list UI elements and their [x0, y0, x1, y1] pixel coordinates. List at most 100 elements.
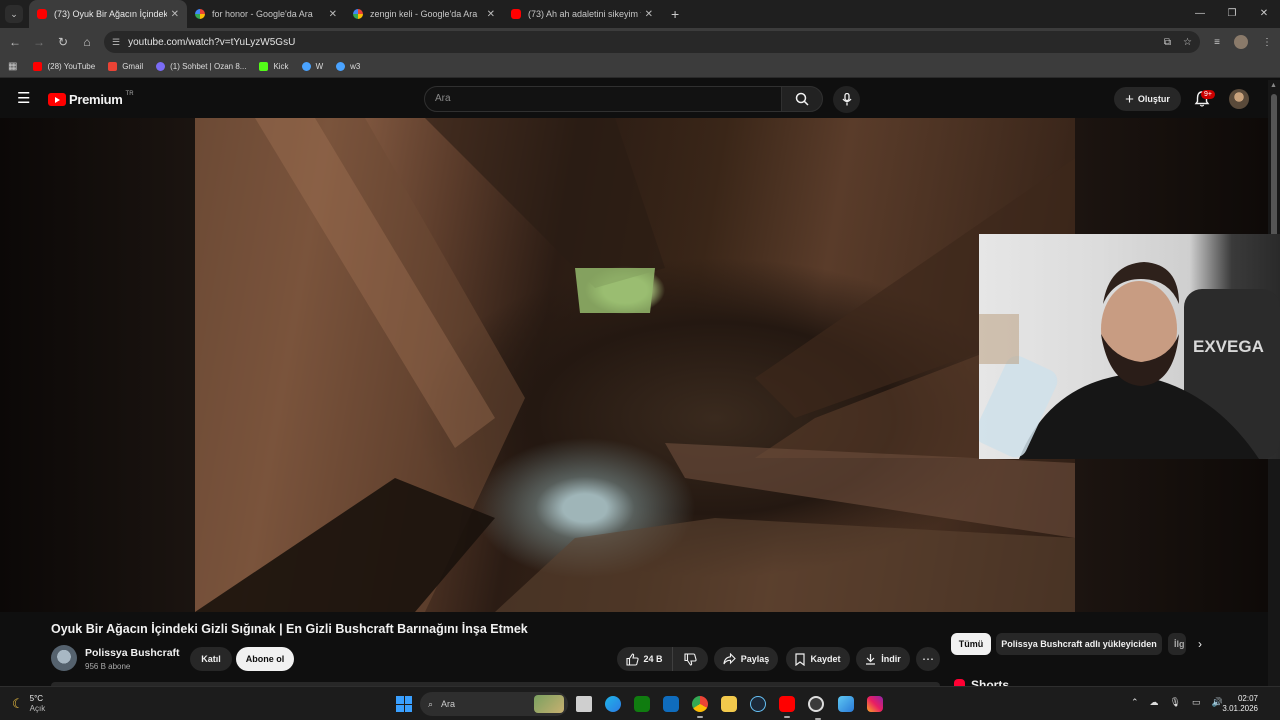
restore-icon[interactable]: ❐	[1216, 0, 1248, 28]
menu-icon[interactable]: ☰	[17, 91, 31, 106]
close-tab-icon[interactable]: ✕	[487, 9, 495, 20]
webcam-overlay: EXVEGA	[979, 234, 1280, 459]
search-input[interactable]: Ara	[424, 86, 782, 112]
search-highlight-image	[534, 695, 564, 713]
start-button[interactable]	[396, 696, 412, 712]
tab-title: zengin keli - Google'da Ara	[370, 9, 478, 19]
create-label: Oluştur	[1137, 94, 1170, 104]
chip-all[interactable]: Tümü	[951, 633, 991, 655]
microphone-tray-icon[interactable]: 🎙	[1170, 697, 1181, 708]
bookmark-w[interactable]: W	[301, 62, 323, 71]
account-avatar[interactable]	[1229, 89, 1249, 109]
apps-grid-icon[interactable]: ▦	[8, 61, 17, 72]
bookmark-icon	[795, 652, 806, 666]
tab-title: for honor - Google'da Ara	[212, 9, 313, 19]
youtube-premium-logo[interactable]: Premium TR	[48, 91, 134, 107]
install-app-icon[interactable]: ⧉	[1164, 37, 1171, 48]
browser-tab-active[interactable]: (73) Oyuk Bir Ağacın İçindeki Gi ✕	[29, 0, 187, 28]
clock-time: 02:07	[1237, 694, 1258, 703]
minimize-icon[interactable]: —	[1184, 0, 1216, 28]
chip-related[interactable]: İlg	[1168, 633, 1186, 655]
voice-search-button[interactable]	[833, 86, 860, 113]
obs-icon[interactable]	[808, 696, 824, 720]
site-info-icon[interactable]: ☰	[112, 37, 120, 48]
bookmark-w3[interactable]: w3	[336, 62, 360, 71]
bookmark-star-icon[interactable]: ☆	[1183, 37, 1192, 48]
home-icon[interactable]: ⌂	[75, 35, 99, 49]
clock-date: 3.01.2026	[1222, 704, 1258, 713]
tab-title: (73) Oyuk Bir Ağacın İçindeki Gi	[54, 9, 167, 19]
snipping-tool-icon[interactable]	[838, 696, 854, 712]
video-frame-hollow-tree[interactable]	[195, 118, 1075, 612]
media-controls-icon[interactable]: ≡	[1214, 37, 1220, 48]
tree-interior-texture	[195, 118, 1075, 612]
edge-icon[interactable]	[605, 696, 621, 712]
close-tab-icon[interactable]: ✕	[329, 9, 337, 20]
reload-icon[interactable]: ↻	[51, 35, 75, 49]
chat-icon	[156, 62, 166, 71]
brand-label: Premium	[69, 92, 123, 107]
youtube-icon	[33, 62, 43, 71]
system-clock[interactable]: 02:07 3.01.2026	[1222, 694, 1258, 714]
more-actions-button[interactable]: ⋯	[916, 647, 940, 671]
notification-count-badge: 9+	[1201, 90, 1215, 99]
create-button[interactable]: + Oluştur	[1114, 87, 1181, 111]
bookmark-gmail[interactable]: Gmail	[108, 62, 143, 71]
subscribe-button[interactable]: Abone ol	[236, 647, 294, 671]
chip-from-uploader[interactable]: Polissya Bushcraft adlı yükleyiciden	[996, 633, 1162, 655]
display-icon[interactable]: ▭	[1192, 697, 1201, 708]
instagram-icon[interactable]	[867, 696, 883, 712]
channel-avatar[interactable]	[51, 645, 77, 671]
like-dislike-group: 24 B	[617, 647, 708, 671]
forward-icon[interactable]: →	[27, 35, 51, 49]
weather-condition: Açık	[29, 704, 46, 713]
volume-icon[interactable]: 🔊	[1212, 697, 1223, 708]
search-button[interactable]	[781, 86, 823, 112]
chrome-icon[interactable]	[692, 696, 708, 718]
share-button[interactable]: Paylaş	[714, 647, 778, 671]
steam-icon[interactable]	[750, 696, 766, 712]
onedrive-icon[interactable]: ☁	[1150, 697, 1159, 708]
bookmark-label: (28) YouTube	[47, 62, 96, 71]
windows-taskbar: ☾ 5°C Açık ⌕ Ara ⌃ ☁ 🎙 ▭ 🔊 02:07 3.01.20…	[0, 686, 1280, 720]
address-bar[interactable]: ☰ youtube.com/watch?v=tYuLyzW5GsU ⧉ ☆	[104, 31, 1200, 53]
chrome-menu-icon[interactable]: ⋮	[1262, 37, 1272, 48]
task-view-icon[interactable]	[576, 696, 592, 712]
like-count: 24 B	[643, 654, 663, 664]
file-explorer-icon[interactable]	[721, 696, 737, 712]
close-window-icon[interactable]: ✕	[1248, 0, 1280, 28]
save-button[interactable]: Kaydet	[786, 647, 850, 671]
taskbar-search[interactable]: ⌕ Ara	[420, 692, 568, 716]
browser-tab[interactable]: zengin keli - Google'da Ara ✕	[345, 0, 503, 28]
xbox-icon[interactable]	[634, 696, 650, 712]
scroll-up-icon[interactable]: ▲	[1270, 82, 1277, 89]
like-button[interactable]: 24 B	[617, 647, 673, 671]
youtube-play-icon	[48, 93, 66, 106]
bookmark-youtube[interactable]: (28) YouTube	[33, 62, 95, 71]
join-button[interactable]: Katıl	[190, 647, 232, 671]
dislike-button[interactable]	[673, 652, 708, 666]
browser-tab[interactable]: (73) Ah ah adaletini sikeyim türk ✕	[503, 0, 661, 28]
chips-next-chevron-icon[interactable]: ›	[1198, 637, 1202, 651]
back-icon[interactable]: ←	[3, 35, 27, 49]
video-title: Oyuk Bir Ağacın İçindeki Gizli Sığınak |…	[51, 622, 528, 636]
microphone-icon	[841, 93, 852, 106]
youtube-icon	[37, 9, 47, 19]
download-button[interactable]: İndir	[856, 647, 910, 671]
weather-widget[interactable]: ☾ 5°C Açık	[12, 694, 45, 714]
video-player[interactable]: EXVEGA	[0, 118, 1280, 612]
youtube-app-icon[interactable]	[779, 696, 795, 718]
chevron-up-icon[interactable]: ⌃	[1131, 697, 1139, 708]
profile-avatar[interactable]	[1234, 35, 1248, 49]
outlook-icon[interactable]	[663, 696, 679, 712]
close-tab-icon[interactable]: ✕	[645, 9, 653, 20]
browser-tab[interactable]: for honor - Google'da Ara ✕	[187, 0, 345, 28]
new-tab-button[interactable]: +	[671, 6, 679, 22]
close-tab-icon[interactable]: ✕	[171, 9, 179, 20]
share-label: Paylaş	[740, 654, 770, 664]
tab-search-button[interactable]: ⌄	[5, 5, 23, 23]
bookmark-label: Kick	[273, 62, 289, 71]
bookmark-sohbet[interactable]: (1) Sohbet | Ozan 8...	[156, 62, 246, 71]
bookmark-kick[interactable]: Kick	[259, 62, 289, 71]
channel-name[interactable]: Polissya Bushcraft	[85, 647, 180, 659]
